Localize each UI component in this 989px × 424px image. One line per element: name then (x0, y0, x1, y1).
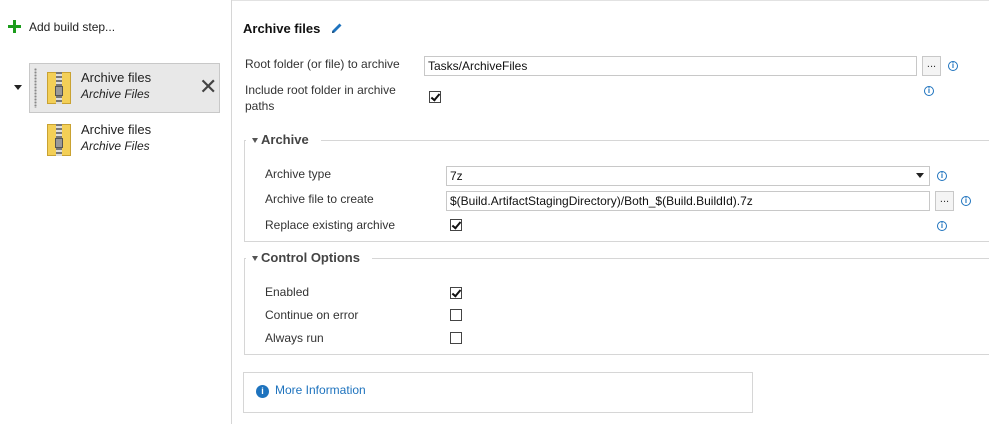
editor-title: Archive files (243, 21, 321, 36)
more-information-box: i More Information (243, 372, 753, 413)
continue-on-error-checkbox[interactable] (450, 309, 462, 321)
root-folder-browse-button[interactable]: ... (922, 56, 941, 76)
info-circle-icon: i (256, 385, 269, 398)
enabled-checkbox[interactable] (450, 287, 462, 299)
collapse-triangle-icon[interactable] (252, 256, 258, 261)
replace-existing-checkbox[interactable] (450, 219, 462, 231)
add-icon[interactable] (8, 20, 21, 33)
step-subtitle: Archive Files (81, 139, 150, 153)
expand-caret-icon[interactable] (14, 85, 22, 90)
include-root-info-icon[interactable]: i (924, 86, 934, 96)
build-steps-pane: Add build step... Archive files Archive … (0, 0, 232, 424)
add-build-step-link[interactable]: Add build step... (29, 20, 115, 34)
archive-type-select[interactable]: 7z (446, 166, 930, 186)
archive-group-top-border (244, 140, 989, 141)
include-root-label: Include root folder in archive paths (245, 82, 415, 114)
archive-zip-icon (47, 72, 71, 104)
enabled-label: Enabled (265, 285, 310, 299)
archive-group-header[interactable]: Archive (246, 132, 321, 148)
dropdown-chevron-icon (916, 173, 924, 178)
step-title: Archive files (81, 122, 152, 137)
archive-file-input[interactable]: $(Build.ArtifactStagingDirectory)/Both_$… (446, 191, 930, 211)
archive-type-info-icon[interactable]: i (937, 171, 947, 181)
replace-existing-label: Replace existing archive (265, 218, 396, 232)
archive-group-title: Archive (261, 132, 315, 147)
continue-on-error-label: Continue on error (265, 308, 359, 322)
step-title: Archive files (81, 70, 152, 85)
include-root-label-line2: paths (245, 99, 275, 113)
archive-type-value: 7z (450, 169, 463, 183)
collapse-triangle-icon[interactable] (252, 138, 258, 143)
include-root-label-line1: Include root folder in archive (245, 83, 396, 97)
always-run-checkbox[interactable] (450, 332, 462, 344)
archive-zip-icon (47, 124, 71, 156)
include-root-checkbox[interactable] (429, 91, 441, 103)
build-step-item-selected[interactable]: Archive files Archive Files ✕ (29, 63, 220, 113)
archive-file-browse-button[interactable]: ... (935, 191, 954, 211)
archive-file-info-icon[interactable]: i (961, 196, 971, 206)
archive-type-label: Archive type (265, 167, 332, 181)
control-options-header[interactable]: Control Options (246, 250, 372, 266)
archive-file-label: Archive file to create (265, 192, 374, 206)
more-information-link[interactable]: More Information (275, 383, 366, 397)
top-rule (232, 0, 989, 1)
remove-step-close-icon[interactable]: ✕ (199, 76, 217, 98)
root-folder-label: Root folder (or file) to archive (245, 57, 400, 71)
control-options-title: Control Options (261, 250, 366, 265)
build-step-item[interactable]: Archive files Archive Files (29, 118, 220, 168)
step-subtitle: Archive Files (81, 87, 150, 101)
root-folder-input[interactable]: Tasks/ArchiveFiles (424, 56, 917, 76)
always-run-label: Always run (265, 331, 324, 345)
replace-existing-info-icon[interactable]: i (937, 221, 947, 231)
drag-handle[interactable] (34, 68, 37, 108)
edit-pencil-icon[interactable] (331, 22, 343, 34)
root-folder-info-icon[interactable]: i (948, 61, 958, 71)
